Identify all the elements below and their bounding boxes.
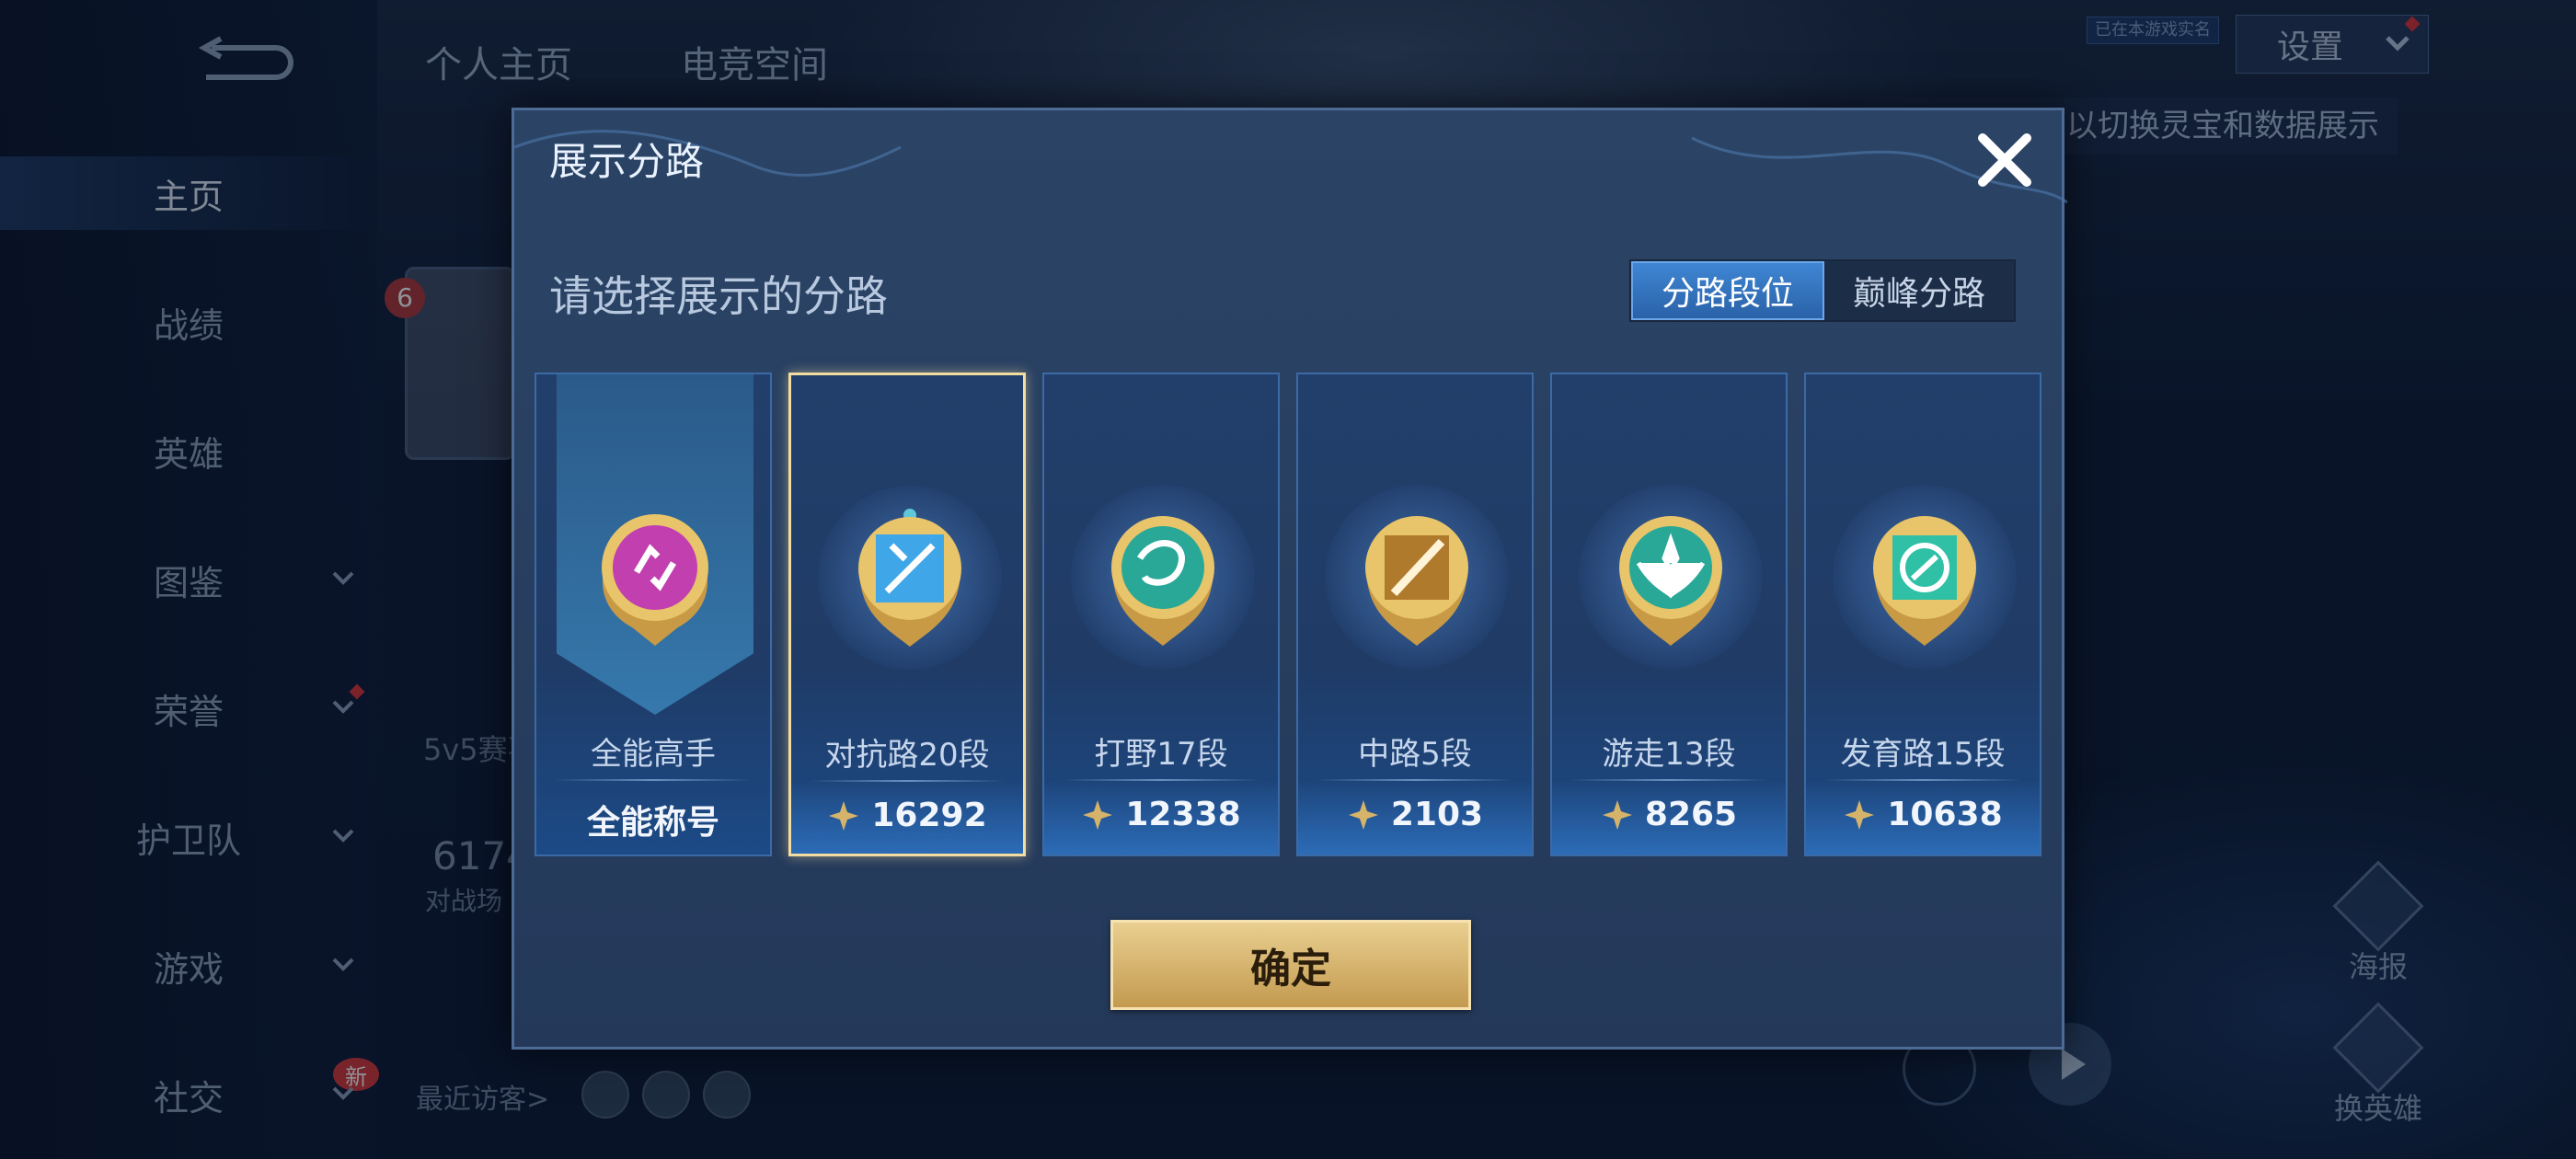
lane-name: 发育路15段 <box>1840 736 2006 773</box>
lane-name: 游走13段 <box>1602 736 1736 773</box>
lane-score: 16292 <box>791 797 1023 834</box>
lane-score: 10638 <box>1806 796 2040 833</box>
dialog-subtitle: 请选择展示的分路 <box>549 271 888 321</box>
close-icon[interactable] <box>1968 123 2041 197</box>
rank-points-icon <box>1083 799 1113 830</box>
lane-name: 对抗路20段 <box>824 737 990 774</box>
lane-card-clash[interactable]: 对抗路20段 16292 <box>788 373 1026 856</box>
lane-card-roam[interactable]: 游走13段 8265 <box>1550 373 1788 856</box>
dialog-title: 展示分路 <box>549 139 705 184</box>
roam-emblem-icon <box>1619 516 1722 646</box>
lane-score: 全能称号 <box>586 804 719 842</box>
farm-lane-emblem-icon <box>1873 516 1976 646</box>
divider <box>555 779 752 781</box>
jungle-emblem-icon <box>1111 516 1214 646</box>
divider <box>1570 779 1767 781</box>
lane-card-mid[interactable]: 中路5段 2103 <box>1296 373 1534 856</box>
tab-lane-rank[interactable]: 分路段位 <box>1631 261 1824 320</box>
lane-card-farm[interactable]: 发育路15段 10638 <box>1804 373 2041 856</box>
view-toggle: 分路段位 巅峰分路 <box>1629 259 2016 322</box>
tab-peak-lane[interactable]: 巅峰分路 <box>1824 261 2014 320</box>
versatile-emblem-icon <box>602 514 708 646</box>
lane-display-dialog: 展示分路 请选择展示的分路 分路段位 巅峰分路 全能高手 全能称号 对抗路20段… <box>512 108 2067 1050</box>
divider <box>810 780 1005 782</box>
divider <box>1824 779 2021 781</box>
rank-points-icon <box>1348 799 1378 830</box>
lane-card-jungle[interactable]: 打野17段 12338 <box>1042 373 1280 856</box>
lane-score: 12338 <box>1044 796 1278 833</box>
divider <box>1063 779 1259 781</box>
rank-points-icon <box>829 800 859 831</box>
lane-name: 打野17段 <box>1094 736 1228 773</box>
rank-points-icon <box>1602 799 1632 830</box>
lane-card-versatile[interactable]: 全能高手 全能称号 <box>535 373 772 856</box>
confirm-button[interactable]: 确定 <box>1110 920 1471 1010</box>
divider <box>1317 779 1513 781</box>
lane-score: 2103 <box>1298 796 1532 833</box>
lane-name: 中路5段 <box>1358 736 1472 773</box>
mid-lane-emblem-icon <box>1365 516 1468 646</box>
lane-score: 8265 <box>1552 796 1786 833</box>
clash-lane-emblem-icon <box>858 509 961 647</box>
title-decoration <box>514 130 2067 204</box>
rank-points-icon <box>1845 799 1875 830</box>
lane-name: 全能高手 <box>591 736 716 773</box>
